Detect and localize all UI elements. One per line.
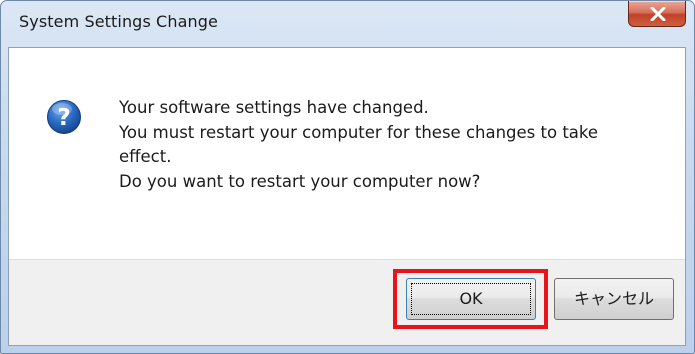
message-panel: ? Your software settings have changed. Y… <box>9 48 685 260</box>
cancel-button[interactable]: キャンセル <box>554 278 674 320</box>
question-icon: ? <box>47 100 81 134</box>
message-line: You must restart your computer for these… <box>119 122 599 142</box>
ok-button[interactable]: OK <box>406 278 536 320</box>
close-icon <box>650 7 666 21</box>
dialog-window: System Settings Change ? Your software s… <box>0 0 695 354</box>
message-line: Your software settings have changed. <box>119 98 429 117</box>
window-title: System Settings Change <box>19 12 218 31</box>
dialog-message: Your software settings have changed. You… <box>119 96 659 194</box>
dialog-client-area: ? Your software settings have changed. Y… <box>8 47 686 346</box>
close-button[interactable] <box>628 1 686 27</box>
title-bar[interactable]: System Settings Change <box>1 1 694 47</box>
cancel-button-label: キャンセル <box>573 289 654 308</box>
focus-ring <box>411 283 531 315</box>
message-line: Do you want to restart your computer now… <box>119 171 481 191</box>
message-line: effect. <box>119 147 172 166</box>
svg-text:?: ? <box>57 105 70 131</box>
